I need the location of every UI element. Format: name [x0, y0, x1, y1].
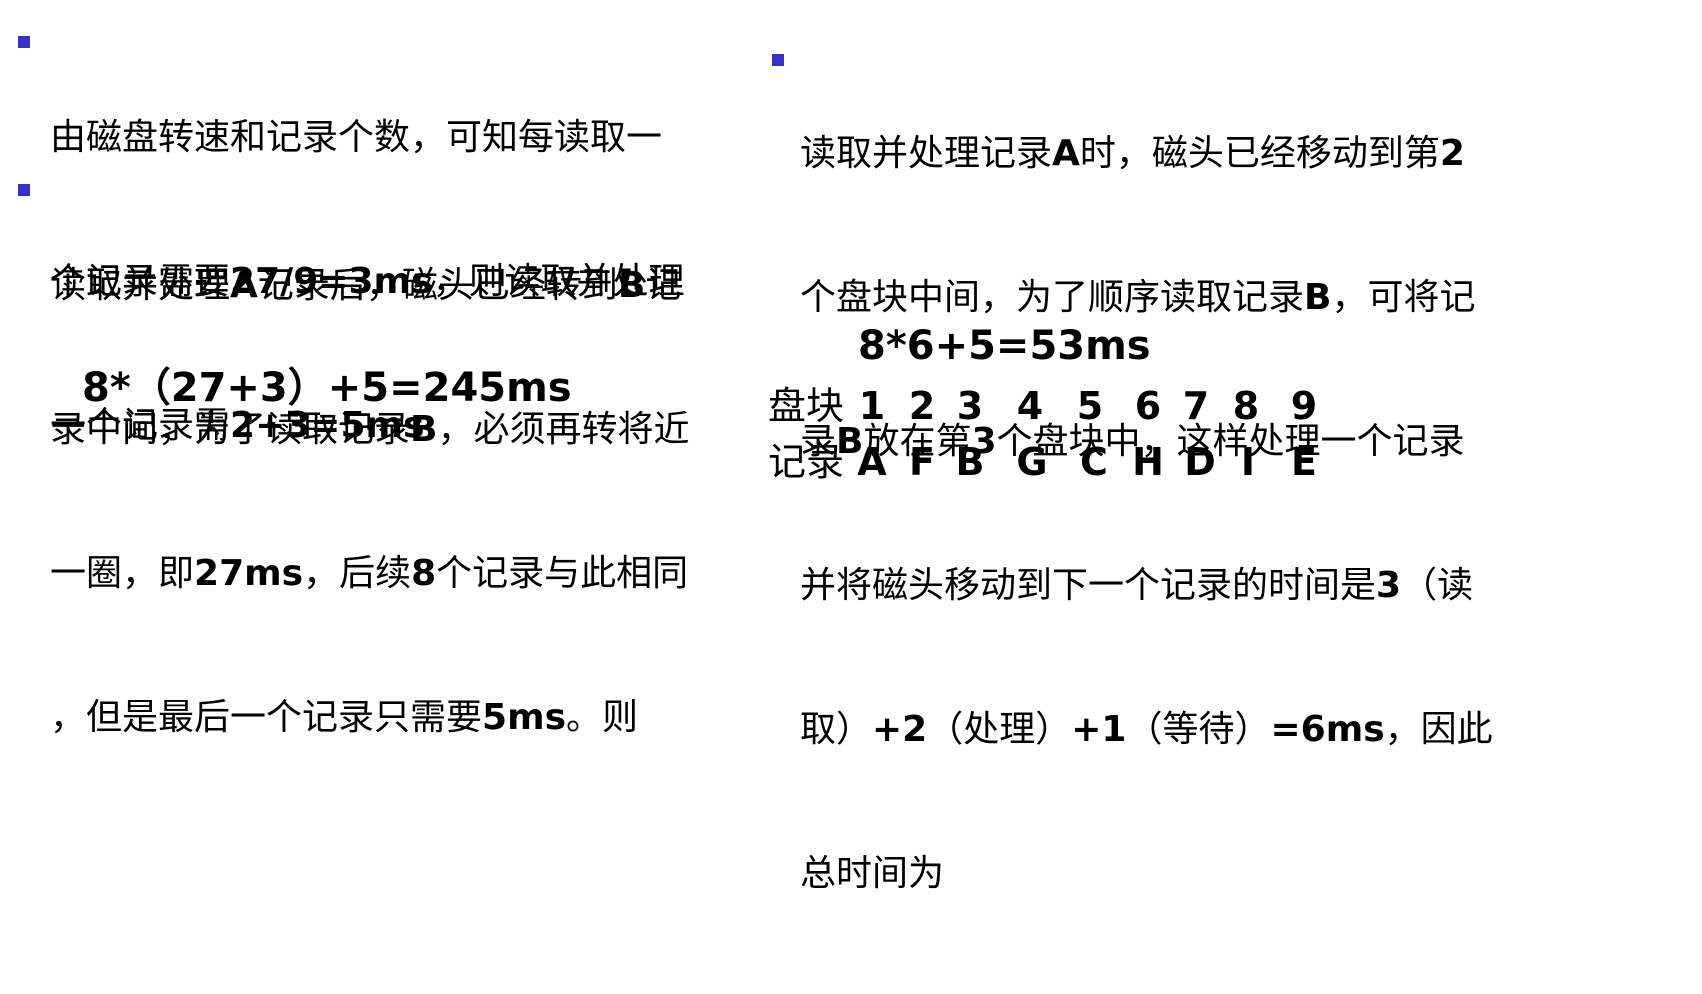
left-formula: 8*（27+3）+5=245ms — [82, 365, 572, 411]
block-number: 8 — [1232, 384, 1260, 428]
text-line: 取）+2（处理）+1（等待）=6ms，因此 — [800, 709, 1493, 750]
text-line: 读取并处理A记录后，磁头已经转到B记 — [50, 265, 682, 306]
text-line: 由磁盘转速和记录个数，可知每读取一 — [50, 117, 663, 158]
record-letter: E — [1291, 440, 1317, 484]
block-row-label: 盘块 — [768, 384, 845, 428]
block-number: 5 — [1076, 384, 1104, 428]
text-line: 个盘块中间，为了顺序读取记录B，可将记 — [800, 277, 1476, 318]
text-line: 录中间，为了读取记录B，必须再转将近 — [50, 409, 690, 450]
bullet-icon — [18, 184, 30, 196]
text-line: ，但是最后一个记录只需要5ms。则 — [50, 697, 639, 738]
block-row: 盘块 1 2 3 4 5 6 7 8 9 — [768, 378, 1408, 434]
bullet-icon — [772, 54, 784, 66]
block-number: 2 — [908, 384, 936, 428]
record-row-label: 记录 — [768, 440, 845, 484]
bullet-icon — [18, 36, 30, 48]
text-line: 读取并处理记录A时，磁头已经移动到第2 — [800, 133, 1465, 174]
record-letter: A — [857, 440, 887, 484]
block-number: 4 — [1016, 384, 1044, 428]
text-line: 一圈，即27ms，后续8个记录与此相同 — [50, 553, 689, 594]
record-letter: F — [909, 440, 935, 484]
record-letter: G — [1016, 440, 1048, 484]
record-letter: H — [1132, 440, 1164, 484]
record-letter: C — [1080, 440, 1108, 484]
block-number: 3 — [956, 384, 984, 428]
block-number: 1 — [858, 384, 886, 428]
text-line: 总时间为 — [800, 853, 945, 894]
record-letter: D — [1184, 440, 1216, 484]
right-paragraph-1: 读取并处理记录A时，磁头已经移动到第2 个盘块中间，为了顺序读取记录B，可将记 … — [800, 34, 1493, 994]
block-number: 7 — [1182, 384, 1210, 428]
record-row: 记录 A F B G C H D I E — [768, 434, 1408, 490]
text-line: 并将磁头移动到下一个记录的时间是3（读 — [800, 565, 1474, 606]
right-formula: 8*6+5=53ms — [858, 323, 1151, 369]
block-number: 6 — [1134, 384, 1162, 428]
record-letter: I — [1240, 440, 1256, 484]
record-letter: B — [955, 440, 985, 484]
block-number: 9 — [1290, 384, 1318, 428]
left-paragraph-2: 读取并处理A记录后，磁头已经转到B记 录中间，为了读取记录B，必须再转将近 一圈… — [50, 166, 689, 838]
